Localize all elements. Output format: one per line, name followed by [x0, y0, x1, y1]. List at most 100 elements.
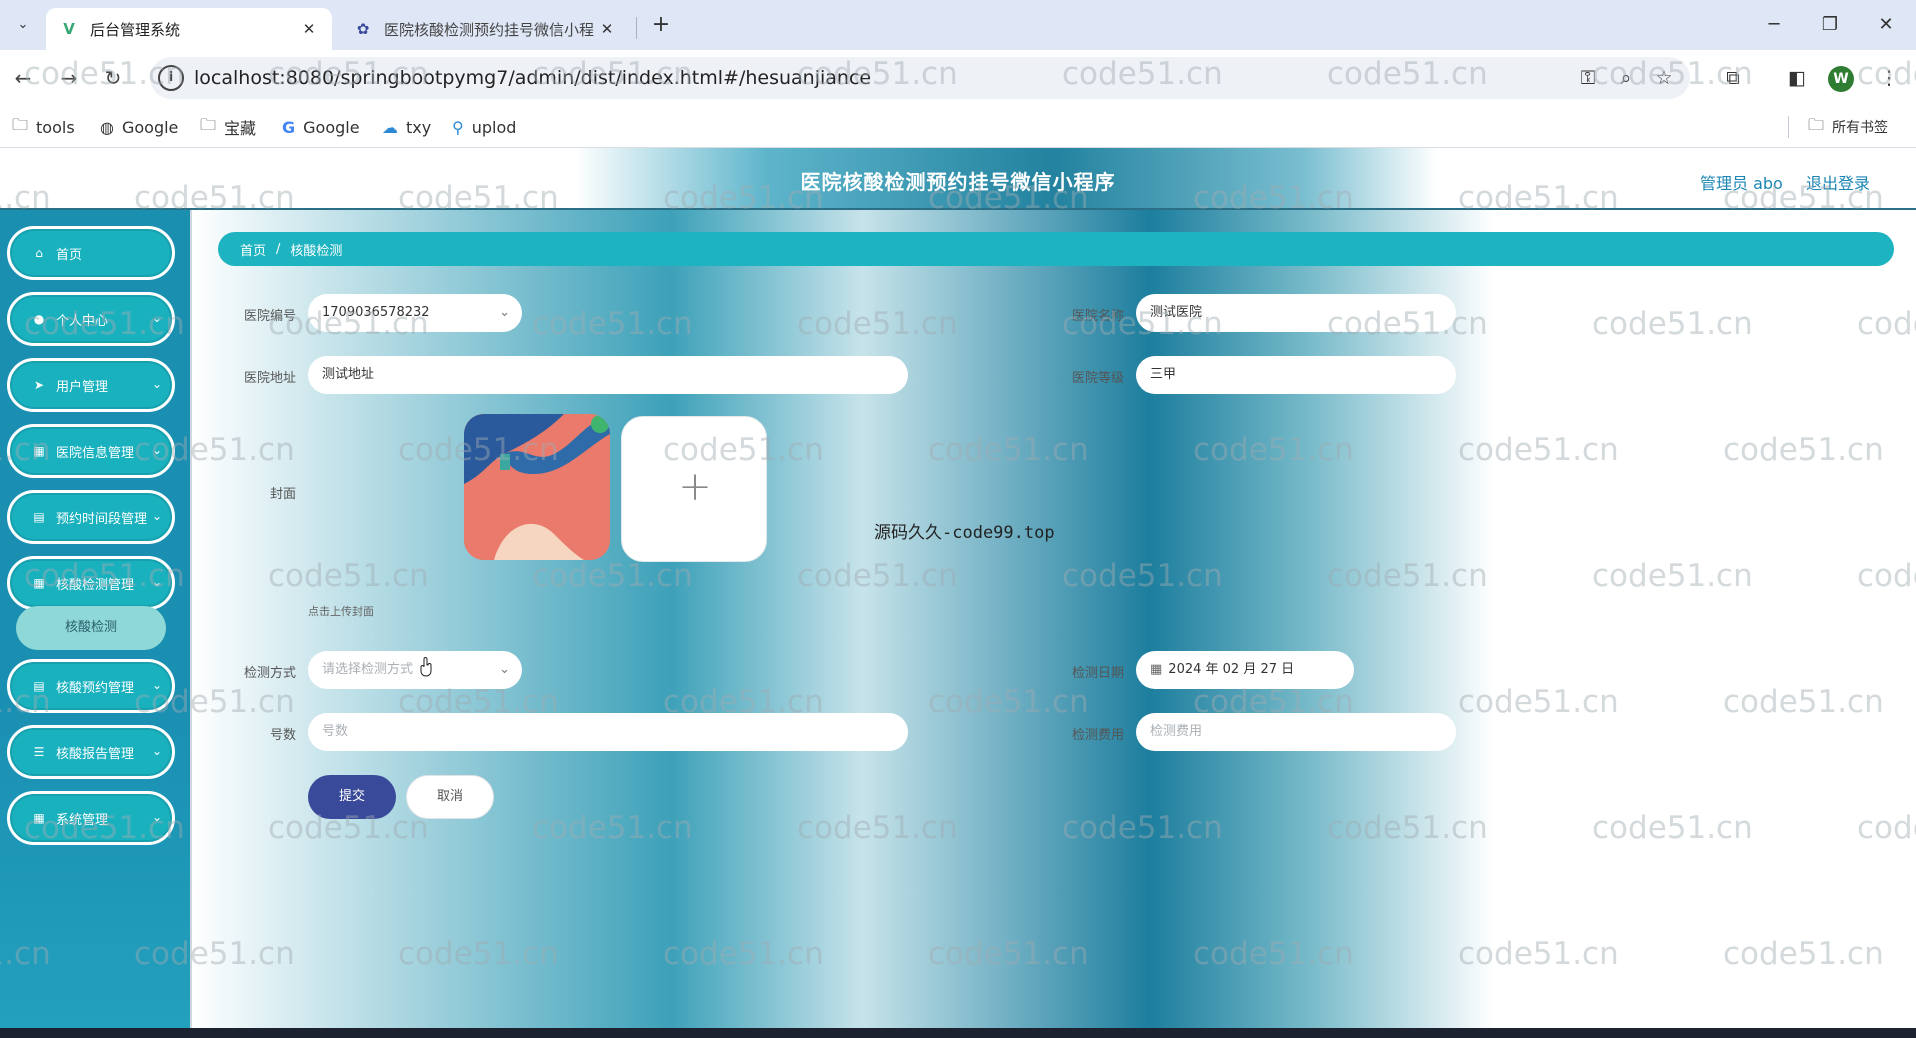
calendar-icon: ▦ — [1150, 662, 1163, 677]
sidebar-item-system[interactable]: ▦ 系统管理 ⌄ — [7, 791, 175, 845]
mouse-cursor-icon — [420, 657, 432, 677]
bookmark-txy[interactable]: ☁ txy — [382, 114, 431, 140]
chevron-down-icon: ⌄ — [151, 810, 162, 824]
grid-icon: ▦ — [33, 576, 45, 590]
os-taskbar — [0, 1028, 1916, 1038]
sidebar-item-test-management[interactable]: ▦ 核酸检测管理 ⌄ — [7, 556, 175, 610]
tab-title: 后台管理系统 — [90, 20, 181, 39]
breadcrumb-current: 核酸检测 — [290, 243, 343, 259]
sidebar-subitem-nucleic-test[interactable]: 核酸检测 — [16, 606, 166, 650]
breadcrumb: 首页 / 核酸检测 — [218, 232, 1894, 266]
grid-icon: ▦ — [33, 811, 45, 825]
bookmarks-bar: 🗀 tools ◍ Google 🗀 宝藏 G Google ☁ txy ⚲ uplod 🗀… — [0, 106, 1916, 148]
tab-separator — [636, 17, 637, 39]
date-picker[interactable]: ▦ 2024 年 02 月 27 日 — [1136, 651, 1354, 689]
bookmarks-separator — [1788, 116, 1789, 138]
plus-icon: + — [678, 464, 712, 510]
close-tab-icon[interactable]: ✕ — [300, 20, 318, 38]
fee-field[interactable]: 检测费用 — [1136, 713, 1456, 751]
bookmark-star-icon[interactable]: ☆ — [1650, 64, 1678, 92]
folder-icon: 🗀 — [12, 114, 29, 134]
sliders-icon: ☰ — [33, 745, 45, 759]
sidebar-item-home[interactable]: ⌂ 首页 — [7, 226, 175, 280]
cover-image[interactable] — [464, 414, 610, 560]
globe-icon: ◍ — [100, 117, 114, 137]
new-tab-button[interactable]: + — [646, 10, 676, 40]
minimize-icon[interactable]: ─ — [1754, 10, 1794, 40]
sidebar-item-user-management[interactable]: ➤ 用户管理 ⌄ — [7, 358, 175, 412]
cancel-button[interactable]: 取消 — [406, 775, 494, 819]
side-panel-icon[interactable]: ◧ — [1782, 63, 1812, 93]
password-key-icon[interactable]: ⚿ — [1574, 64, 1602, 92]
method-label: 检测方式 — [243, 666, 296, 681]
hospital-no-select[interactable]: 1709036578232 ⌄ — [308, 294, 522, 332]
sidebar-item-timeslot[interactable]: ▤ 预约时间段管理 ⌄ — [7, 490, 175, 544]
sidebar-item-hospital-info[interactable]: ▦ 医院信息管理 ⌄ — [7, 424, 175, 478]
hospital-name-field[interactable]: 测试医院 — [1136, 294, 1456, 332]
chevron-down-icon: ⌄ — [151, 443, 162, 457]
bookmark-google[interactable]: ◍ Google — [100, 114, 178, 140]
tab-title: 医院核酸检测预约挂号微信小程 — [384, 20, 595, 39]
back-icon[interactable]: ← — [8, 63, 38, 93]
browser-tab-inactive[interactable]: ✿ 医院核酸检测预约挂号微信小程 ✕ — [340, 8, 630, 50]
all-bookmarks[interactable]: 🗀 所有书签 — [1808, 114, 1888, 140]
level-field[interactable]: 三甲 — [1136, 356, 1456, 394]
source-watermark: 源码久久-code99.top — [874, 523, 1055, 543]
date-label: 检测日期 — [1071, 666, 1124, 681]
address-field[interactable]: 测试地址 — [308, 356, 908, 394]
folder-icon: 🗀 — [200, 114, 217, 134]
sidebar-item-personal-center[interactable]: ● 个人中心 ⌄ — [7, 292, 175, 346]
zoom-icon[interactable]: ⌕ — [1612, 64, 1640, 92]
logout-link[interactable]: 退出登录 — [1806, 170, 1870, 194]
chevron-down-icon: ⌄ — [151, 575, 162, 589]
more-menu-icon[interactable]: ⋮ — [1874, 63, 1904, 93]
dev-icon: ⚲ — [452, 117, 464, 137]
hospital-no-label: 医院编号 — [243, 309, 296, 324]
cover-label: 封面 — [269, 487, 296, 502]
admin-user-link[interactable]: 管理员 abo — [1700, 170, 1783, 194]
sidebar-item-appointment[interactable]: ▤ 核酸预约管理 ⌄ — [7, 659, 175, 713]
tab-search-menu-icon[interactable]: ⌄ — [10, 13, 36, 37]
browser-toolbar: ← → ↻ i localhost:8080/springbootpymg7/a… — [0, 50, 1916, 106]
chevron-down-icon: ⌄ — [151, 744, 162, 758]
browser-tab-bar: ⌄ V 后台管理系统 ✕ ✿ 医院核酸检测预约挂号微信小程 ✕ + ─ ❐ ✕ — [0, 0, 1916, 50]
close-tab-icon[interactable]: ✕ — [598, 20, 616, 38]
breadcrumb-home[interactable]: 首页 — [240, 240, 266, 259]
chevron-down-icon: ⌄ — [151, 509, 162, 523]
send-icon: ➤ — [33, 378, 45, 392]
app-favicon-icon: ✿ — [356, 20, 370, 38]
google-icon: G — [282, 117, 296, 137]
chevron-down-icon: ⌄ — [151, 678, 162, 692]
forward-icon[interactable]: → — [54, 63, 84, 93]
doc-icon: ▤ — [33, 510, 45, 524]
vue-logo-icon: V — [63, 20, 75, 38]
profile-avatar[interactable]: W — [1828, 66, 1854, 92]
bookmark-baozang[interactable]: 🗀 宝藏 — [200, 114, 256, 140]
browser-tab-active[interactable]: V 后台管理系统 ✕ — [46, 8, 332, 50]
cover-thumbnail-icon — [464, 414, 610, 560]
number-label: 号数 — [269, 728, 296, 743]
breadcrumb-separator: / — [276, 241, 281, 257]
app-title: 医院核酸检测预约挂号微信小程序 — [800, 170, 1116, 194]
cloud-icon: ☁ — [382, 117, 398, 137]
restore-icon[interactable]: ❐ — [1810, 10, 1850, 40]
submit-button[interactable]: 提交 — [308, 775, 396, 819]
address-bar[interactable]: i localhost:8080/springbootpymg7/admin/d… — [150, 57, 1690, 99]
bookmark-uplod[interactable]: ⚲ uplod — [452, 114, 516, 140]
site-info-icon[interactable]: i — [158, 65, 184, 91]
cover-upload-button[interactable]: + — [621, 416, 767, 562]
admin-app: 医院核酸检测预约挂号微信小程序 管理员 abo 退出登录 首页 / 核酸检测 — [0, 148, 1916, 1028]
bookmark-google-2[interactable]: G Google — [282, 114, 360, 140]
chevron-down-icon: ⌄ — [499, 662, 510, 677]
url-text[interactable]: localhost:8080/springbootpymg7/admin/dis… — [194, 57, 871, 99]
extensions-icon[interactable]: ⧉ — [1718, 63, 1748, 93]
bookmark-tools[interactable]: 🗀 tools — [12, 114, 75, 140]
folder-icon: 🗀 — [1808, 114, 1825, 134]
app-header: 医院核酸检测预约挂号微信小程序 管理员 abo 退出登录 — [0, 148, 1916, 210]
reload-icon[interactable]: ↻ — [98, 63, 128, 93]
method-select[interactable]: 请选择检测方式 ⌄ — [308, 651, 522, 689]
sidebar-item-report[interactable]: ☰ 核酸报告管理 ⌄ — [7, 725, 175, 779]
chevron-down-icon: ⌄ — [151, 377, 162, 391]
number-field[interactable]: 号数 — [308, 713, 908, 751]
window-close-icon[interactable]: ✕ — [1866, 10, 1906, 40]
